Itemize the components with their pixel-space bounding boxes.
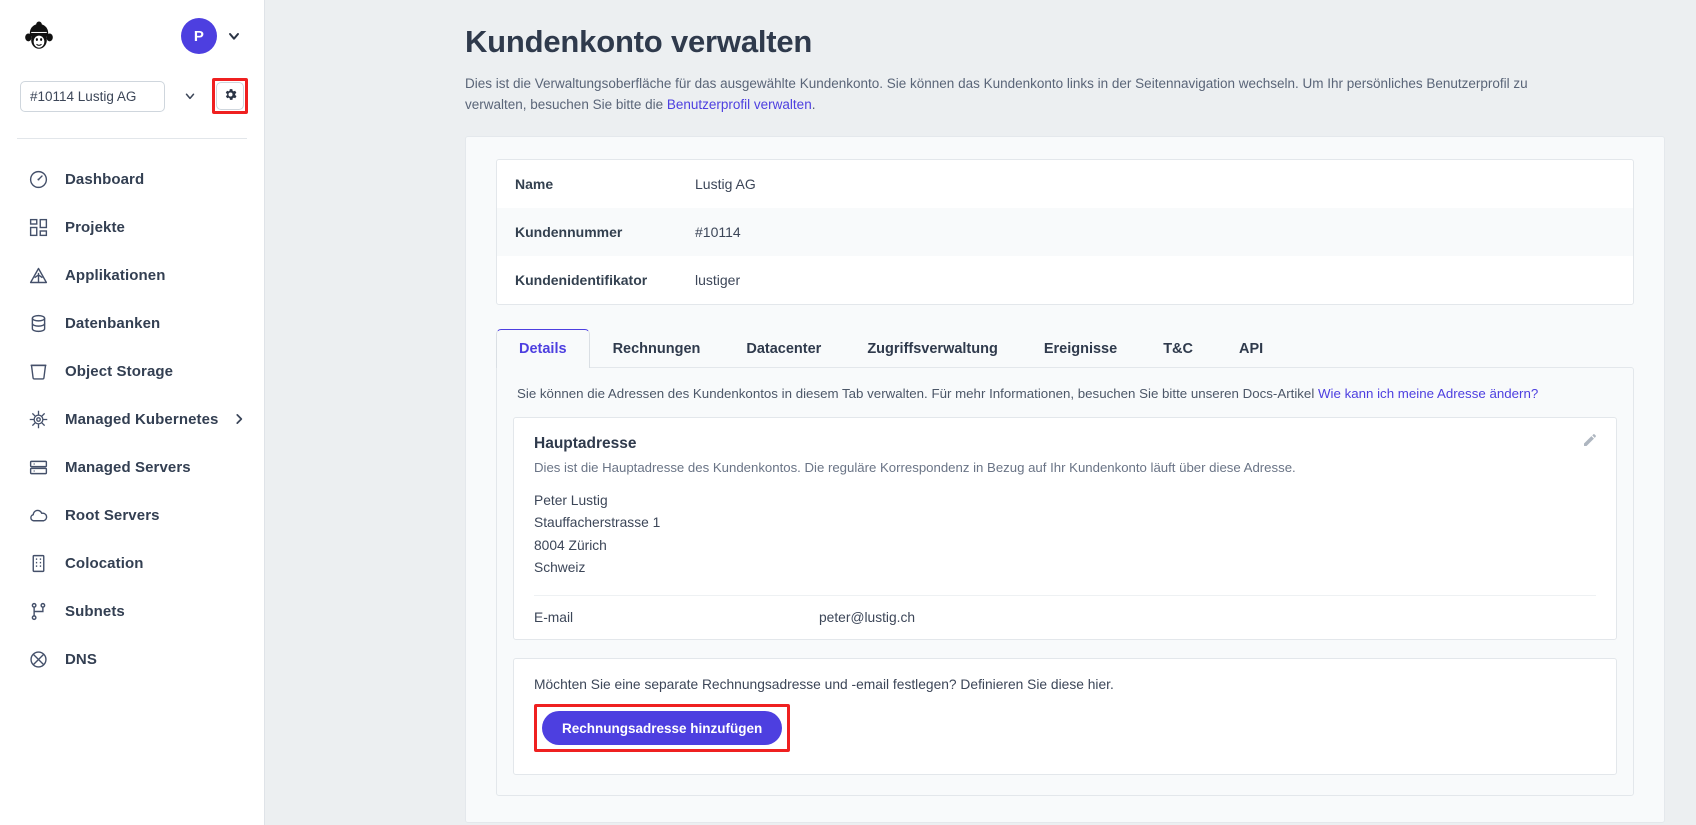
customer-select-wrap: #10114 Lustig AG <box>20 80 205 112</box>
email-label: E-mail <box>534 610 574 626</box>
user-menu[interactable]: P <box>181 18 242 54</box>
projects-grid-icon <box>27 216 49 238</box>
customer-account-card: Name Lustig AG Kundennummer #10114 Kunde… <box>465 135 1665 824</box>
tab-bar: Details Rechnungen Datacenter Zugriffsve… <box>496 328 1634 368</box>
add-billing-address-button[interactable]: Rechnungsadresse hinzufügen <box>542 711 783 746</box>
tab-details[interactable]: Details <box>496 328 590 368</box>
sidebar-item-label: Root Servers <box>65 506 160 524</box>
sidebar-item-projekte[interactable]: Projekte <box>0 203 264 251</box>
row-key: Kundenidentifikator <box>515 271 648 288</box>
dns-globe-icon <box>27 648 49 670</box>
sidebar-item-label: Datenbanken <box>65 314 161 332</box>
table-row: Kundenidentifikator lustiger <box>497 256 1633 304</box>
sidebar-header: P <box>0 0 264 66</box>
dashboard-gauge-icon <box>27 168 49 190</box>
chevron-right-icon[interactable] <box>232 412 246 426</box>
details-tab-panel: Sie können die Adressen des Kundenkontos… <box>496 366 1634 797</box>
main-address-card: Hauptadresse Dies ist die Hauptadresse d… <box>513 416 1617 641</box>
sidebar-item-managed-kubernetes[interactable]: Managed Kubernetes <box>0 395 264 443</box>
address-line-name: Peter Lustig <box>534 492 608 508</box>
chevron-down-icon <box>183 89 197 103</box>
sidebar-item-label: Projekte <box>65 218 125 236</box>
app-root: P #10114 Lustig AG Dashboard Projekte Ap… <box>0 0 1696 825</box>
address-line-country: Schweiz <box>534 559 586 575</box>
pencil-edit-icon[interactable] <box>1582 432 1598 448</box>
tab-datacenter[interactable]: Datacenter <box>723 329 844 368</box>
sidebar-item-label: Dashboard <box>65 170 145 188</box>
main-content: Kundenkonto verwalten Dies ist die Verwa… <box>265 0 1696 825</box>
avatar[interactable]: P <box>181 18 217 54</box>
server-rack-icon <box>27 456 49 478</box>
row-value: lustiger <box>695 271 741 288</box>
email-row: E-mail peter@lustig.ch <box>534 595 1596 639</box>
sidebar-item-label: Colocation <box>65 554 144 572</box>
row-key: Name <box>515 175 554 192</box>
applications-icon <box>27 264 49 286</box>
sidebar-item-applikationen[interactable]: Applikationen <box>0 251 264 299</box>
building-icon <box>27 552 49 574</box>
monkey-pilot-logo <box>22 19 56 53</box>
gear-button-highlight <box>212 78 248 114</box>
sidebar-item-dns[interactable]: DNS <box>0 635 264 683</box>
page-title: Kundenkonto verwalten <box>465 24 813 59</box>
row-value: Lustig AG <box>695 175 756 192</box>
sidebar-item-label: DNS <box>65 650 97 668</box>
sidebar-item-label: Applikationen <box>65 266 166 284</box>
sidebar: P #10114 Lustig AG Dashboard Projekte Ap… <box>0 0 265 825</box>
benutzerprofil-verwalten-link[interactable]: Benutzerprofil verwalten <box>667 97 812 112</box>
row-key: Kundennummer <box>515 223 623 240</box>
sidebar-item-root-servers[interactable]: Root Servers <box>0 491 264 539</box>
address-line-city: 8004 Zürich <box>534 537 607 553</box>
sidebar-nav: Dashboard Projekte Applikationen Datenba… <box>0 155 264 683</box>
table-row: Name Lustig AG <box>497 160 1633 208</box>
network-nodes-icon <box>27 600 49 622</box>
cloud-icon <box>27 504 49 526</box>
customer-select[interactable]: #10114 Lustig AG <box>20 80 165 112</box>
row-value: #10114 <box>695 223 741 240</box>
sidebar-divider <box>17 138 247 139</box>
sidebar-item-label: Subnets <box>65 602 125 620</box>
sidebar-item-label: Managed Kubernetes <box>65 410 219 428</box>
details-hint: Sie können die Adressen des Kundenkontos… <box>517 386 1617 401</box>
tab-tc[interactable]: T&C <box>1140 329 1216 368</box>
page-description: Dies ist die Verwaltungsoberfläche für d… <box>465 74 1530 116</box>
sidebar-item-object-storage[interactable]: Object Storage <box>0 347 264 395</box>
customer-selector-row: #10114 Lustig AG <box>0 78 264 114</box>
email-value: peter@lustig.ch <box>819 610 916 626</box>
tab-ereignisse[interactable]: Ereignisse <box>1021 329 1140 368</box>
sidebar-item-label: Object Storage <box>65 362 174 380</box>
kubernetes-helm-icon <box>27 408 49 430</box>
address-line-street: Stauffacherstrasse 1 <box>534 515 661 531</box>
tab-api[interactable]: API <box>1216 329 1286 368</box>
tab-zugriffsverwaltung[interactable]: Zugriffsverwaltung <box>844 329 1021 368</box>
billing-prompt-text: Möchten Sie eine separate Rechnungsadres… <box>534 677 1114 693</box>
sidebar-item-colocation[interactable]: Colocation <box>0 539 264 587</box>
table-row: Kundennummer #10114 <box>497 207 1633 256</box>
gear-icon <box>223 87 238 105</box>
tab-rechnungen[interactable]: Rechnungen <box>590 329 724 368</box>
sidebar-item-managed-servers[interactable]: Managed Servers <box>0 443 264 491</box>
database-icon <box>27 312 49 334</box>
sidebar-item-subnets[interactable]: Subnets <box>0 587 264 635</box>
sidebar-item-label: Managed Servers <box>65 458 191 476</box>
details-hint-text: Sie können die Adressen des Kundenkontos… <box>517 385 1318 401</box>
sidebar-item-dashboard[interactable]: Dashboard <box>0 155 264 203</box>
page-description-text-2: . <box>811 96 816 112</box>
address-subtitle: Dies ist die Hauptadresse des Kundenkont… <box>534 459 1296 475</box>
customer-settings-button[interactable] <box>216 82 244 110</box>
docs-article-link[interactable]: Wie kann ich meine Adresse ändern? <box>1318 386 1538 401</box>
avatar-initial: P <box>193 27 205 45</box>
page-description-text-1: Dies ist die Verwaltungsoberfläche für d… <box>465 76 1528 112</box>
address-title: Hauptadresse <box>534 434 637 452</box>
sidebar-item-datenbanken[interactable]: Datenbanken <box>0 299 264 347</box>
main-inner: Kundenkonto verwalten Dies ist die Verwa… <box>265 0 1696 824</box>
account-info-table: Name Lustig AG Kundennummer #10114 Kunde… <box>496 158 1634 305</box>
bucket-icon <box>27 360 49 382</box>
billing-address-card: Möchten Sie eine separate Rechnungsadres… <box>513 658 1617 776</box>
chevron-down-icon[interactable] <box>226 28 242 44</box>
add-billing-address-highlight: Rechnungsadresse hinzufügen <box>534 704 791 753</box>
address-lines: Peter Lustig Stauffacherstrasse 1 8004 Z… <box>534 490 1596 579</box>
